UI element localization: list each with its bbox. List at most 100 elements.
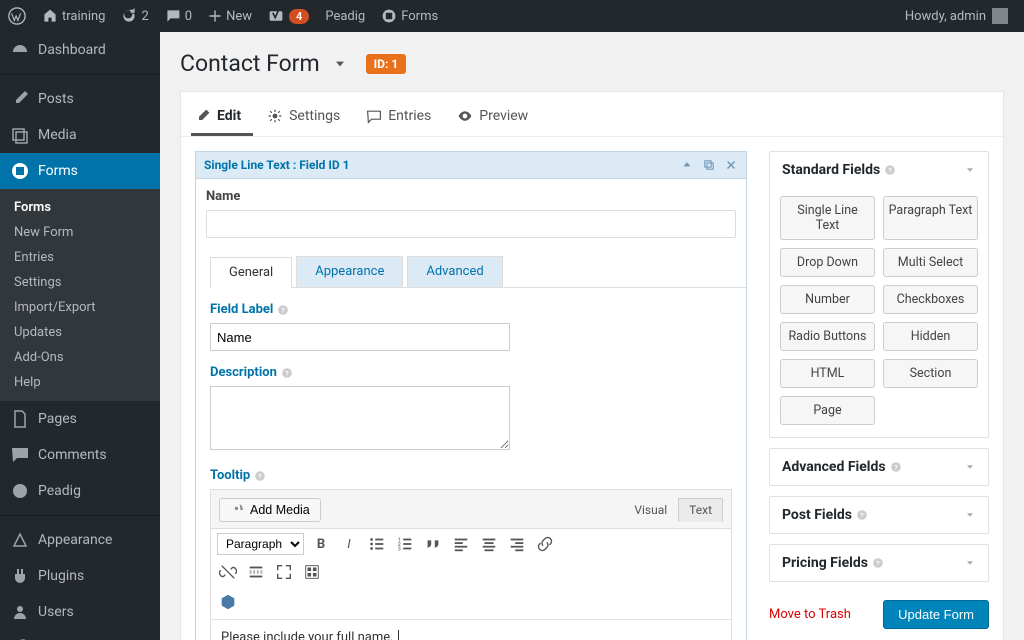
wp-logo[interactable]: [0, 0, 34, 32]
forms-bar-link[interactable]: Forms: [373, 0, 446, 32]
update-form-button[interactable]: Update Form: [883, 600, 989, 629]
panel-post-fields: Post Fields?: [769, 496, 989, 534]
tab-entries[interactable]: Entries: [362, 98, 443, 136]
sidebar-item-comments[interactable]: Comments: [0, 437, 160, 473]
inner-tab-advanced[interactable]: Advanced: [407, 256, 502, 287]
ol-button[interactable]: 123: [394, 533, 416, 555]
panel-standard-fields: Standard Fields? Single Line Text Paragr…: [769, 151, 989, 438]
forms-bar-label: Forms: [401, 9, 438, 24]
sidebar-sub-addons[interactable]: Add-Ons: [0, 345, 160, 370]
sidebar-sub-forms[interactable]: Forms: [0, 195, 160, 220]
new-label: New: [226, 9, 252, 24]
chevron-down-icon: [964, 557, 976, 569]
page-header: Contact Form ID: 1: [180, 42, 1004, 91]
sidebar-item-posts[interactable]: Posts: [0, 81, 160, 117]
collapse-icon[interactable]: [680, 158, 694, 172]
site-link[interactable]: training: [34, 0, 113, 32]
sidebar-item-tools[interactable]: Tools: [0, 630, 160, 640]
howdy-link[interactable]: Howdy, admin: [897, 0, 1016, 32]
tab-edit[interactable]: Edit: [191, 98, 253, 136]
align-center-button[interactable]: [478, 533, 500, 555]
sidebar-item-users[interactable]: Users: [0, 594, 160, 630]
yoast-link[interactable]: 4: [260, 0, 317, 32]
quote-button[interactable]: [422, 533, 444, 555]
fullscreen-button[interactable]: [273, 561, 295, 583]
comments-link[interactable]: 0: [157, 0, 200, 32]
inner-tab-general[interactable]: General: [210, 257, 292, 288]
field-btn-section[interactable]: Section: [883, 359, 978, 388]
form-switcher[interactable]: [332, 56, 348, 72]
field-card-title: Single Line Text : Field ID 1: [204, 158, 350, 172]
help-icon[interactable]: ?: [277, 304, 289, 316]
field-btn-radio[interactable]: Radio Buttons: [780, 322, 875, 351]
field-btn-html[interactable]: HTML: [780, 359, 875, 388]
sidebar-item-media[interactable]: Media: [0, 117, 160, 153]
field-btn-single-line[interactable]: Single Line Text: [780, 196, 875, 240]
inner-tab-appearance[interactable]: Appearance: [296, 256, 403, 287]
field-btn-multiselect[interactable]: Multi Select: [883, 248, 978, 277]
updates-link[interactable]: 2: [113, 0, 156, 32]
ul-button[interactable]: [366, 533, 388, 555]
help-icon: ?: [856, 509, 868, 521]
field-btn-dropdown[interactable]: Drop Down: [780, 248, 875, 277]
field-card: Single Line Text : Field ID 1 Name G: [195, 151, 747, 640]
sidebar-sub-help[interactable]: Help: [0, 370, 160, 395]
bold-button[interactable]: B: [310, 533, 332, 555]
panel-advanced-head[interactable]: Advanced Fields?: [770, 449, 988, 485]
sidebar-item-pages[interactable]: Pages: [0, 401, 160, 437]
field-card-header[interactable]: Single Line Text : Field ID 1: [196, 152, 746, 179]
add-media-button[interactable]: Add Media: [219, 498, 321, 522]
sidebar-sub-importexport[interactable]: Import/Export: [0, 295, 160, 320]
italic-button[interactable]: I: [338, 533, 360, 555]
sidebar-item-plugins[interactable]: Plugins: [0, 558, 160, 594]
help-icon: ?: [884, 164, 896, 176]
svg-text:3: 3: [398, 546, 401, 552]
sidebar-sub-updates[interactable]: Updates: [0, 320, 160, 345]
sidebar-item-forms[interactable]: Forms: [0, 153, 160, 189]
sidebar-item-peadig[interactable]: Peadig: [0, 473, 160, 509]
field-btn-checkboxes[interactable]: Checkboxes: [883, 285, 978, 314]
move-to-trash-link[interactable]: Move to Trash: [769, 607, 851, 622]
paragraph-select[interactable]: Paragraph: [217, 533, 304, 555]
link-button[interactable]: [534, 533, 556, 555]
sidebar-item-dashboard[interactable]: Dashboard: [0, 32, 160, 68]
align-left-button[interactable]: [450, 533, 472, 555]
duplicate-icon[interactable]: [702, 158, 716, 172]
new-link[interactable]: New: [200, 0, 260, 32]
field-preview-input[interactable]: [206, 210, 736, 238]
help-icon[interactable]: ?: [254, 470, 266, 482]
help-icon: ?: [890, 461, 902, 473]
panel-pricing-fields: Pricing Fields?: [769, 544, 989, 582]
editor-tabs: Edit Settings Entries Preview: [181, 92, 1003, 137]
tab-visual[interactable]: Visual: [623, 498, 678, 522]
form-id-badge: ID: 1: [366, 54, 407, 74]
panel-post-head[interactable]: Post Fields?: [770, 497, 988, 533]
toggle-toolbar-button[interactable]: [301, 561, 323, 583]
field-btn-page[interactable]: Page: [780, 396, 875, 425]
field-btn-number[interactable]: Number: [780, 285, 875, 314]
align-right-button[interactable]: [506, 533, 528, 555]
panel-pricing-head[interactable]: Pricing Fields?: [770, 545, 988, 581]
more-button[interactable]: [245, 561, 267, 583]
sidebar-sub-newform[interactable]: New Form: [0, 220, 160, 245]
field-label-input[interactable]: [210, 323, 510, 351]
block-icon[interactable]: [217, 591, 239, 613]
unlink-button[interactable]: [217, 561, 239, 583]
updates-count: 2: [141, 9, 148, 24]
sidebar-item-appearance[interactable]: Appearance: [0, 522, 160, 558]
peadig-link[interactable]: Peadig: [317, 0, 373, 32]
field-btn-hidden[interactable]: Hidden: [883, 322, 978, 351]
tab-preview[interactable]: Preview: [453, 98, 540, 136]
panel-standard-head[interactable]: Standard Fields?: [770, 152, 988, 188]
description-textarea[interactable]: [210, 386, 510, 450]
editor-toolbar: Paragraph B I 123: [211, 528, 731, 559]
delete-icon[interactable]: [724, 158, 738, 172]
sidebar-sub-settings[interactable]: Settings: [0, 270, 160, 295]
help-icon[interactable]: ?: [281, 367, 293, 379]
tab-text[interactable]: Text: [678, 498, 723, 522]
field-btn-paragraph[interactable]: Paragraph Text: [883, 196, 978, 240]
sidebar-sub-entries[interactable]: Entries: [0, 245, 160, 270]
editor-content[interactable]: Please include your full name.: [211, 619, 731, 640]
page-title: Contact Form: [180, 50, 320, 77]
tab-settings[interactable]: Settings: [263, 98, 352, 136]
